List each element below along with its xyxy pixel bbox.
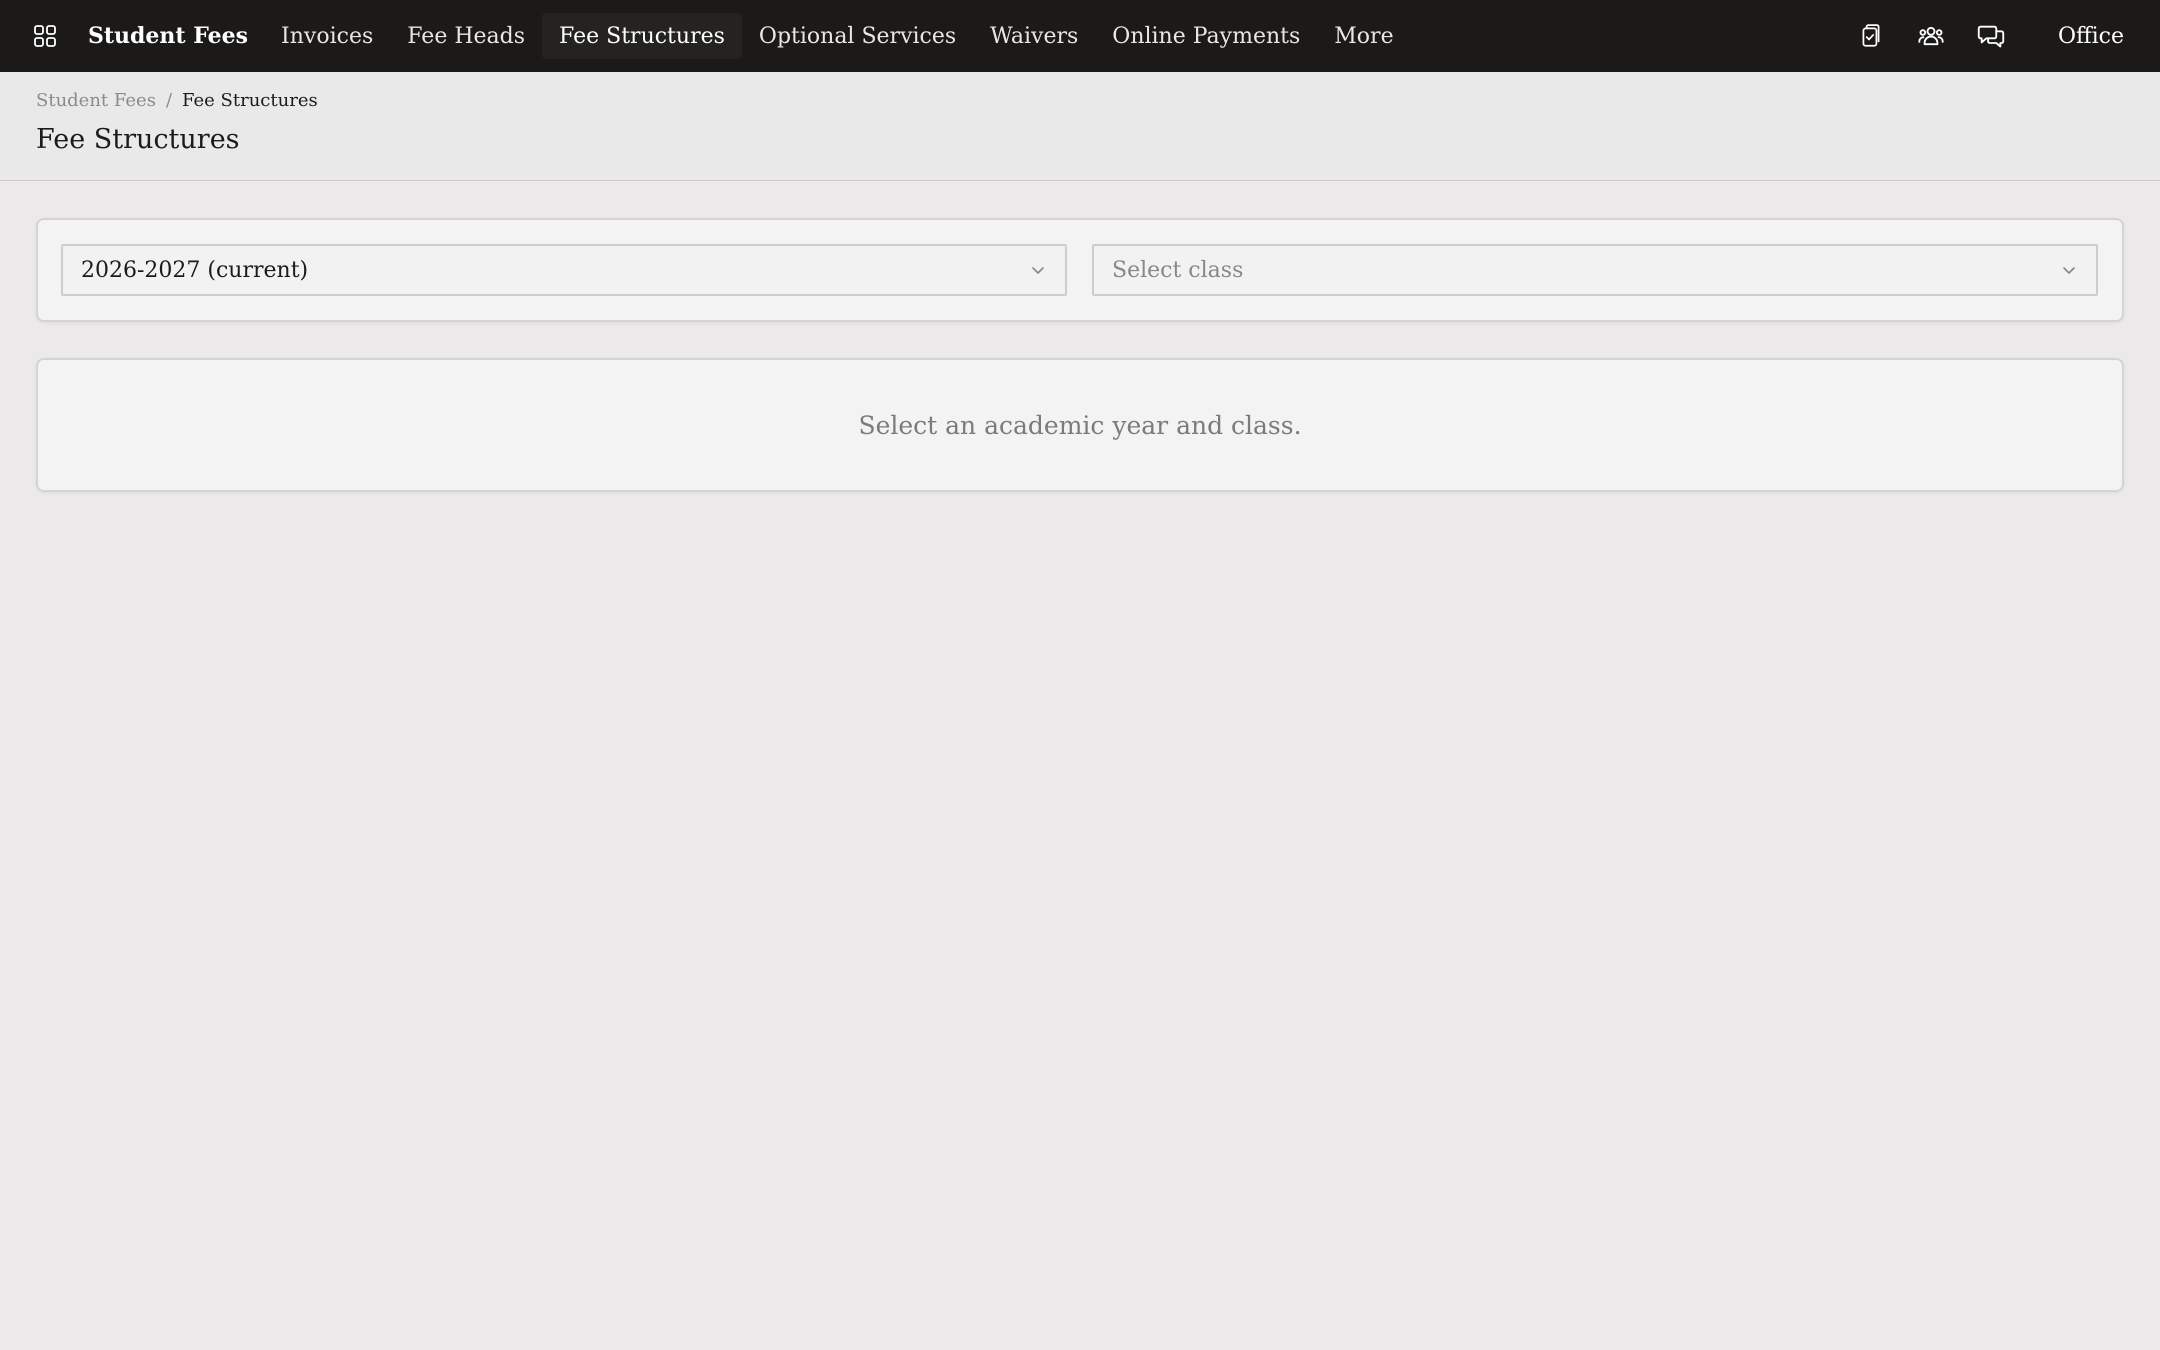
office-menu[interactable]: Office (2058, 24, 2124, 49)
class-select-placeholder: Select class (1112, 257, 1244, 283)
top-navigation-bar: Student Fees Invoices Fee Heads Fee Stru… (0, 0, 2160, 72)
nav-item-more[interactable]: More (1317, 13, 1410, 59)
breadcrumb-current: Fee Structures (182, 90, 318, 111)
breadcrumb-separator: / (165, 90, 173, 111)
nav-item-invoices[interactable]: Invoices (264, 13, 390, 59)
chevron-down-icon (2060, 261, 2078, 279)
clipboard-check-icon[interactable] (1856, 21, 1886, 51)
users-group-icon[interactable] (1916, 21, 1946, 51)
breadcrumb: Student Fees / Fee Structures (36, 90, 318, 111)
empty-state-message: Select an academic year and class. (858, 410, 1302, 440)
chevron-down-icon (1029, 261, 1047, 279)
chat-bubbles-icon[interactable] (1976, 21, 2006, 51)
class-select[interactable]: Select class (1092, 244, 2098, 296)
empty-state-card: Select an academic year and class. (36, 358, 2124, 492)
nav-item-fee-heads[interactable]: Fee Heads (390, 13, 542, 59)
page-header: Student Fees / Fee Structures Fee Struct… (0, 72, 2160, 181)
nav-item-optional-services[interactable]: Optional Services (742, 13, 973, 59)
main-nav-menu: Invoices Fee Heads Fee Structures Option… (264, 0, 1411, 72)
academic-year-value: 2026-2027 (current) (81, 257, 309, 283)
nav-right-actions: Office (1841, 0, 2160, 72)
academic-year-select[interactable]: 2026-2027 (current) (61, 244, 1067, 296)
nav-item-fee-structures[interactable]: Fee Structures (542, 13, 742, 59)
nav-brand-student-fees[interactable]: Student Fees (88, 23, 248, 49)
filter-card: 2026-2027 (current) Select class (36, 218, 2124, 322)
app-grid-icon[interactable] (32, 23, 58, 49)
nav-item-online-payments[interactable]: Online Payments (1095, 13, 1317, 59)
page-title: Fee Structures (36, 124, 240, 155)
breadcrumb-link-student-fees[interactable]: Student Fees (36, 90, 156, 111)
nav-item-waivers[interactable]: Waivers (973, 13, 1095, 59)
